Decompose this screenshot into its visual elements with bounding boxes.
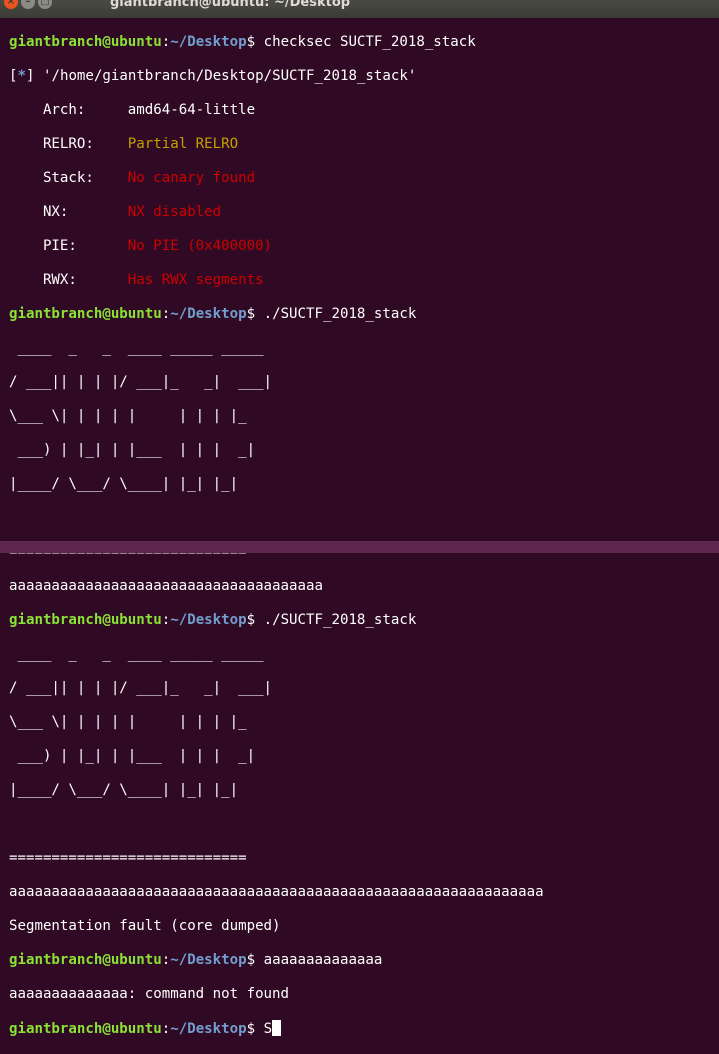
prompt-sep: : bbox=[161, 34, 171, 50]
value: No PIE (0x400000) bbox=[127, 238, 273, 254]
text-cursor bbox=[272, 1020, 282, 1036]
value: Partial RELRO bbox=[127, 136, 239, 152]
input-line: aaaaaaaaaaaaaaaaaaaaaaaaaaaaaaaaaaaaa bbox=[9, 578, 323, 594]
prompt-user: giantbranch@ubuntu bbox=[9, 306, 162, 322]
prompt-user: giantbranch@ubuntu bbox=[9, 612, 162, 628]
label: Arch: bbox=[9, 102, 128, 118]
value: No canary found bbox=[127, 170, 256, 186]
banner-line: / ___|| | | |/ ___|_ _| ___| bbox=[9, 680, 273, 696]
checksec-path: '/home/giantbranch/Desktop/SUCTF_2018_st… bbox=[34, 68, 417, 84]
banner-line: / ___|| | | |/ ___|_ _| ___| bbox=[9, 374, 273, 390]
value: Has RWX segments bbox=[127, 272, 264, 288]
window-title: giantbranch@ubuntu: ~/Desktop bbox=[110, 0, 351, 10]
prompt-path: ~/Desktop bbox=[170, 306, 247, 322]
prompt-line: giantbranch@ubuntu:~/Desktop$ ./SUCTF_20… bbox=[9, 612, 719, 629]
checksec-stack: Stack: No canary found bbox=[9, 170, 719, 187]
prompt-path: ~/Desktop bbox=[170, 952, 247, 968]
checksec-relro: RELRO: Partial RELRO bbox=[9, 136, 719, 153]
minimize-icon[interactable]: – bbox=[21, 0, 35, 9]
checksec-arch: Arch: amd64-64-little bbox=[9, 102, 719, 119]
separator-line: ============================ bbox=[9, 850, 247, 866]
prompt-sep: : bbox=[161, 306, 171, 322]
terminal-output[interactable]: giantbranch@ubuntu:~/Desktop$ checksec S… bbox=[9, 17, 719, 1054]
bracket: [ bbox=[9, 68, 18, 84]
checksec-rwx: RWX: Has RWX segments bbox=[9, 272, 719, 289]
label: RELRO: bbox=[9, 136, 128, 152]
prompt-line: giantbranch@ubuntu:~/Desktop$ ./SUCTF_20… bbox=[9, 306, 719, 323]
prompt-path: ~/Desktop bbox=[170, 1021, 247, 1037]
prompt-sign: $ bbox=[246, 1021, 256, 1037]
error-line: Segmentation fault (core dumped) bbox=[9, 918, 281, 934]
prompt-sign: $ bbox=[246, 612, 256, 628]
banner-line: ___) | |_| | |___ | | | _| bbox=[9, 442, 256, 458]
window-controls: × – □ bbox=[4, 0, 55, 11]
close-icon[interactable]: × bbox=[4, 0, 18, 9]
label: RWX: bbox=[9, 272, 128, 288]
label: PIE: bbox=[9, 238, 128, 254]
value: amd64-64-little bbox=[127, 102, 256, 118]
checksec-pie: PIE: No PIE (0x400000) bbox=[9, 238, 719, 255]
prompt-sep: : bbox=[161, 1021, 171, 1037]
prompt-user: giantbranch@ubuntu bbox=[9, 34, 162, 50]
prompt-sign: $ bbox=[246, 34, 256, 50]
checksec-nx: NX: NX disabled bbox=[9, 204, 719, 221]
banner-line: ____ _ _ ____ _____ _____ bbox=[9, 340, 264, 356]
command-text: aaaaaaaaaaaaaa bbox=[255, 952, 383, 968]
banner-line: \___ \| | | | | | | | |_ bbox=[9, 714, 247, 730]
checksec-header: [*] '/home/giantbranch/Desktop/SUCTF_201… bbox=[9, 68, 719, 85]
command-text: ./SUCTF_2018_stack bbox=[255, 612, 417, 628]
command-input[interactable]: S bbox=[255, 1021, 273, 1037]
input-line: aaaaaaaaaaaaaaaaaaaaaaaaaaaaaaaaaaaaaaaa… bbox=[9, 884, 544, 900]
prompt-sign: $ bbox=[246, 952, 256, 968]
prompt-user: giantbranch@ubuntu bbox=[9, 1021, 162, 1037]
banner-line: |____/ \___/ \____| |_| |_| bbox=[9, 476, 239, 492]
bracket: ] bbox=[26, 68, 35, 84]
value: NX disabled bbox=[127, 204, 222, 220]
prompt-sep: : bbox=[161, 952, 171, 968]
prompt-sep: : bbox=[161, 612, 171, 628]
window-bottom-edge bbox=[0, 541, 719, 553]
command-text: checksec SUCTF_2018_stack bbox=[255, 34, 476, 50]
prompt-sign: $ bbox=[246, 306, 256, 322]
banner-line: ____ _ _ ____ _____ _____ bbox=[9, 646, 264, 662]
star-marker: * bbox=[17, 68, 27, 84]
prompt-path: ~/Desktop bbox=[170, 34, 247, 50]
prompt-line: giantbranch@ubuntu:~/Desktop$ S bbox=[9, 1020, 719, 1037]
prompt-path: ~/Desktop bbox=[170, 612, 247, 628]
prompt-user: giantbranch@ubuntu bbox=[9, 952, 162, 968]
error-line: aaaaaaaaaaaaaa: command not found bbox=[9, 986, 290, 1002]
prompt-line: giantbranch@ubuntu:~/Desktop$ checksec S… bbox=[9, 34, 719, 51]
prompt-line: giantbranch@ubuntu:~/Desktop$ aaaaaaaaaa… bbox=[9, 952, 719, 969]
maximize-icon[interactable]: □ bbox=[38, 0, 52, 9]
banner-line: ___) | |_| | |___ | | | _| bbox=[9, 748, 256, 764]
banner-line: |____/ \___/ \____| |_| |_| bbox=[9, 782, 239, 798]
label: Stack: bbox=[9, 170, 128, 186]
command-text: ./SUCTF_2018_stack bbox=[255, 306, 417, 322]
banner-line: \___ \| | | | | | | | |_ bbox=[9, 408, 247, 424]
label: NX: bbox=[9, 204, 128, 220]
window-titlebar: × – □ giantbranch@ubuntu: ~/Desktop bbox=[0, 0, 719, 18]
